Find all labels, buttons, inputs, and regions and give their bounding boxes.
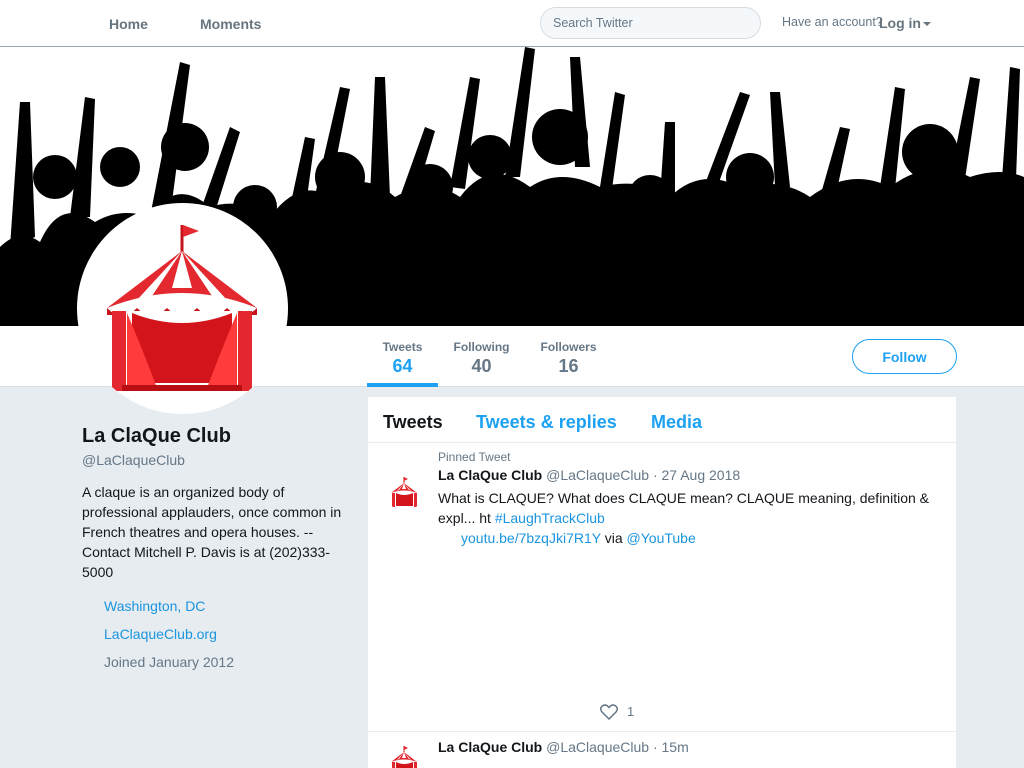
- stat-following-label: Following: [453, 340, 510, 354]
- tweet-timestamp[interactable]: · 27 Aug 2018: [653, 467, 740, 483]
- like-count: 1: [627, 704, 635, 719]
- follow-button[interactable]: Follow: [852, 339, 957, 374]
- timeline: Tweets Tweets & replies Media Pinned Twe…: [368, 397, 956, 768]
- stat-followers-value: 16: [558, 356, 579, 376]
- stat-followers-label: Followers: [540, 340, 597, 354]
- search-input[interactable]: [541, 8, 760, 38]
- profile-location[interactable]: Washington, DC: [104, 598, 205, 614]
- tab-tweets[interactable]: Tweets: [383, 412, 443, 433]
- search-box[interactable]: [540, 7, 761, 39]
- tweet-author-handle[interactable]: @LaClaqueClub: [546, 739, 649, 755]
- tweet-timestamp[interactable]: · 15m: [653, 739, 689, 755]
- timeline-tabs: Tweets Tweets & replies Media: [368, 397, 956, 443]
- login-link[interactable]: Log in: [879, 15, 931, 31]
- like-heart-icon[interactable]: [600, 704, 618, 720]
- tweet-text: What is CLAQUE? What does CLAQUE mean? C…: [438, 488, 938, 548]
- hashtag-link[interactable]: #LaughTrackClub: [495, 510, 605, 526]
- profile-avatar[interactable]: [77, 203, 288, 414]
- tweet-header: La ClaQue Club @LaClaqueClub · 15m: [438, 739, 689, 755]
- stat-tweets-value: 64: [392, 356, 413, 376]
- nav-home-link[interactable]: Home: [109, 16, 148, 32]
- login-label[interactable]: Log in: [879, 15, 921, 31]
- circus-tent-icon: [391, 477, 417, 507]
- tab-media[interactable]: Media: [651, 412, 702, 433]
- profile-handle: @LaClaqueClub: [82, 452, 185, 468]
- tweet-header: La ClaQue Club @LaClaqueClub · 27 Aug 20…: [438, 467, 740, 483]
- circus-tent-icon: [107, 225, 257, 391]
- nav-moments-link[interactable]: Moments: [200, 16, 261, 32]
- profile-website-link[interactable]: LaClaqueClub.org: [104, 626, 217, 642]
- top-nav: Home Moments Have an account? Log in: [0, 0, 1024, 47]
- youtube-mention-link[interactable]: @YouTube: [627, 530, 696, 546]
- profile-joined-date: Joined January 2012: [104, 654, 234, 670]
- profile-bio: A claque is an organized body of profess…: [82, 484, 342, 580]
- tab-tweets-replies[interactable]: Tweets & replies: [476, 412, 617, 433]
- stat-tweets-label: Tweets: [382, 340, 423, 354]
- circus-tent-icon: [391, 746, 417, 768]
- have-account-text: Have an account?: [782, 15, 883, 29]
- tweet-author-handle[interactable]: @LaClaqueClub: [546, 467, 649, 483]
- pinned-label: Pinned Tweet: [438, 450, 511, 464]
- stat-following[interactable]: Following 40: [446, 340, 517, 377]
- stat-tweets[interactable]: Tweets 64: [367, 340, 438, 387]
- youtube-link[interactable]: youtu.be/7bzqJki7R1Y: [461, 530, 601, 546]
- tweet-item[interactable]: Pinned Tweet La ClaQue Club @LaClaqueClu…: [368, 444, 956, 732]
- tweet-avatar[interactable]: [386, 743, 423, 768]
- tweet-author-name[interactable]: La ClaQue Club: [438, 467, 542, 483]
- tweet-item[interactable]: La ClaQue Club @LaClaqueClub · 15m: [368, 733, 956, 768]
- stat-following-value: 40: [471, 356, 492, 376]
- profile-name: La ClaQue Club: [82, 425, 231, 447]
- stat-followers[interactable]: Followers 16: [533, 340, 604, 377]
- caret-down-icon: [923, 22, 931, 27]
- tweet-author-name[interactable]: La ClaQue Club: [438, 739, 542, 755]
- via-text: via: [600, 530, 627, 546]
- tweet-avatar[interactable]: [386, 474, 423, 511]
